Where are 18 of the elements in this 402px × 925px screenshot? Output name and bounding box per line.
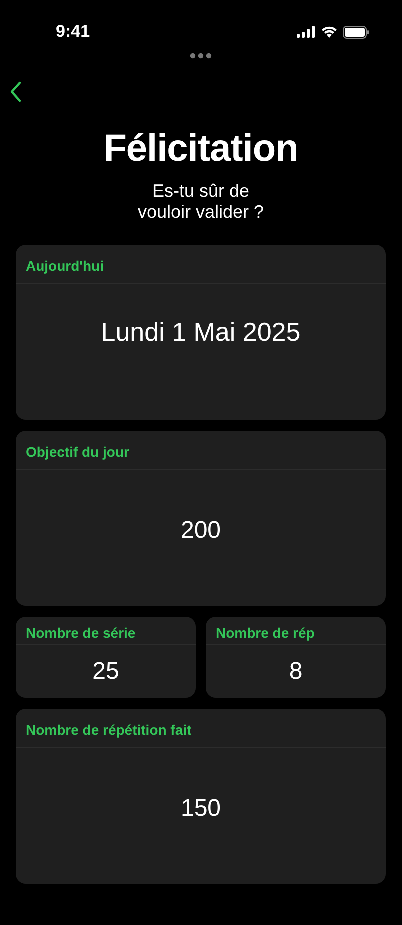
grabber-icon[interactable] <box>190 53 212 59</box>
confirm-question: Es-tu sûr de vouloir valider ? <box>136 181 266 223</box>
status-time: 9:41 <box>56 22 90 42</box>
card-label: Nombre de répétition fait <box>16 709 386 748</box>
card-value: 25 <box>92 658 120 686</box>
card-value: 200 <box>180 517 222 545</box>
card-label: Nombre de série <box>16 617 196 645</box>
card-label: Aujourd'hui <box>16 245 386 284</box>
card-value: 150 <box>180 795 222 823</box>
card-value: 8 <box>289 658 303 686</box>
signal-icon <box>297 26 316 38</box>
back-icon[interactable] <box>10 81 22 103</box>
card-value: Lundi 1 Mai 2025 <box>101 316 301 348</box>
battery-icon <box>343 26 370 38</box>
card-label: Objectif du jour <box>16 431 386 470</box>
card-label: Nombre de rép <box>206 617 386 645</box>
page-title: Félicitation <box>102 128 300 171</box>
wifi-icon <box>321 26 338 38</box>
